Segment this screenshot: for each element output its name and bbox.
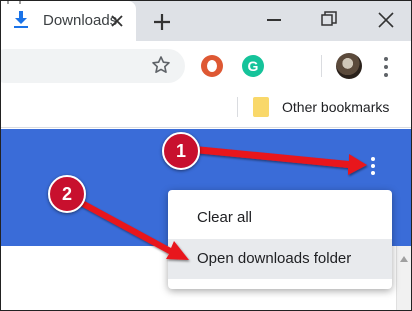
arrow-1 xyxy=(194,146,367,175)
callout-arrows xyxy=(77,146,367,260)
step-2-badge: 2 xyxy=(48,175,86,213)
step-1-badge: 1 xyxy=(162,132,200,170)
browser-window: Downloads G Other bookmarks Clear all Op… xyxy=(0,0,412,311)
arrow-2 xyxy=(77,198,189,260)
